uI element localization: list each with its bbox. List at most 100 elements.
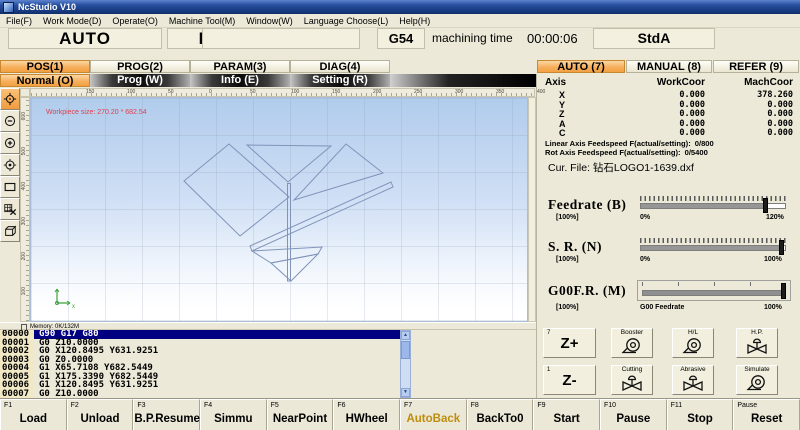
io-button-label: Simulate [737,366,777,374]
tab-normal[interactable]: Normal (O) [0,74,90,87]
fkey-pause[interactable]: F10Pause [600,399,667,430]
g00-feedrate-slider[interactable] [637,280,791,301]
fkey-label: Start [534,413,599,425]
scroll-up-icon[interactable]: ▲ [401,331,410,340]
io-button-label: H/L [673,329,713,337]
feedrate-label: Feedrate (B) [548,197,626,213]
menu-item[interactable]: Window(W) [246,16,293,26]
spindle-rate-track[interactable] [640,245,786,251]
menu-item[interactable]: Operate(O) [112,16,158,26]
fkey-stop[interactable]: F11Stop [667,399,734,430]
fkey-backto0[interactable]: F8BackTo0 [467,399,534,430]
rot-feedspeed-value: 0/5400 [685,148,708,157]
g00-feedrate-track[interactable] [642,290,786,296]
io-button-hl[interactable]: H/L [672,328,714,358]
fkey-label: Unload [68,413,133,425]
pump-icon [737,374,777,392]
zoom-in-button[interactable] [0,132,20,154]
menu-item[interactable]: Work Mode(D) [43,16,101,26]
gcode-scrollbar[interactable]: ▲ ▼ [400,330,411,398]
g00-feedrate-min: G00 Feedrate [640,304,684,311]
tab-refer[interactable]: REFER (9) [713,60,799,73]
machining-time-label: machining time [432,31,513,45]
io-button-simulate[interactable]: Simulate [736,365,778,395]
center-view-button[interactable] [0,154,20,176]
fit-view-button[interactable] [0,176,20,198]
fkey-bpresume[interactable]: F3B.P.Resume [133,399,200,430]
axis-workcoor-value: 0.000 [595,129,705,139]
menu-item[interactable]: File(F) [6,16,32,26]
canvas-scrollbar[interactable] [528,97,536,322]
fkey-label: B.P.Resume [134,413,199,425]
fkey-simmu[interactable]: F4Simmu [200,399,267,430]
gcode-line[interactable]: 00007G0 Z10.0000 [0,390,400,399]
fkey-start[interactable]: F9Start [533,399,600,430]
feedrate-track[interactable] [640,203,786,209]
feedrate-handle[interactable] [763,198,768,213]
scroll-thumb[interactable] [401,341,410,359]
feedrate-slider[interactable] [640,196,786,209]
fkey-load[interactable]: F1Load [0,399,67,430]
scroll-down-icon[interactable]: ▼ [401,388,410,397]
io-button-abrasive[interactable]: Abrasive [672,365,714,395]
spindle-rate-slider[interactable] [640,238,786,251]
tab-info[interactable]: Info (E) [190,74,290,87]
menu-item[interactable]: Language Choose(L) [304,16,389,26]
zoom-out-button[interactable] [0,110,20,132]
tab-setting[interactable]: Setting (R) [290,74,390,87]
crosshair-icon [3,92,17,106]
rectangle-icon [3,180,17,194]
gcode-list[interactable]: 00000G90 G17 G8000001G0 Z10.000000002G0 … [0,330,400,398]
title-bar: NcStudio V10 [0,0,800,14]
toolpath-canvas[interactable]: Workpiece size: 270.20 * 682.54 x [30,97,528,322]
fkey-unload[interactable]: F2 Unload [67,399,134,430]
canvas-toolbar [0,88,20,242]
axis-row-a: A0.0000.000 [545,120,793,130]
fkey-label: Reset [734,413,799,425]
pump-icon [612,337,652,355]
axis-name: A [545,120,595,130]
ruler-corner [20,88,30,97]
machcoor-col-header: MachCoor [705,77,793,88]
fkey-label: BackTo0 [468,413,533,425]
tab-prog-w[interactable]: Prog (W) [90,74,190,87]
io-button-label: Cutting [612,366,652,374]
tab-diag[interactable]: DIAG(4) [290,60,390,73]
tab-pos[interactable]: POS(1) [0,60,90,73]
tab-param[interactable]: PARAM(3) [190,60,290,73]
ruler-tick-label: 50 [168,89,174,95]
ruler-tick-label: 400 [21,182,27,190]
memory-bar: Memory: 0K/132M [0,322,536,330]
z-minus-button[interactable]: 1 Z- [543,365,596,395]
valve-icon [673,374,713,392]
spindle-rate-max: 100% [764,256,782,263]
fkey-reset[interactable]: PauseReset [733,399,800,430]
center-target-icon [3,158,17,172]
view-3d-button[interactable] [0,220,20,242]
tab-manual[interactable]: MANUAL (8) [626,60,712,73]
menu-item[interactable]: Help(H) [399,16,430,26]
tab-auto[interactable]: AUTO (7) [537,60,625,73]
spindle-rate-handle[interactable] [779,240,784,255]
z-plus-hotkey: 7 [547,330,550,336]
fkey-hotkey: F2 [71,402,79,409]
ruler-tick-label: 100 [291,89,299,95]
clear-trace-button[interactable] [0,198,20,220]
valve-icon [737,337,777,355]
menu-bar: File(F) Work Mode(D) Operate(O) Machine Too… [0,14,800,28]
menu-item[interactable]: Machine Tool(M) [169,16,235,26]
workcoor-col-header: WorkCoor [595,77,705,88]
z-plus-button[interactable]: 7 Z+ [543,328,596,358]
io-button-hp[interactable]: H.P. [736,328,778,358]
spindle-rate-current: [100%] [556,256,579,263]
fkey-hwheel[interactable]: F6HWheel [333,399,400,430]
tab-prog[interactable]: PROG(2) [90,60,190,73]
g00-feedrate-handle[interactable] [781,283,786,299]
io-button-cutting[interactable]: Cutting [611,365,653,395]
locate-tool-button[interactable] [0,88,20,110]
fkey-nearpoint[interactable]: F5NearPoint [267,399,334,430]
fkey-autoback[interactable]: F7AutoBack [400,399,467,430]
axis-row-c: C0.0000.000 [545,129,793,139]
io-button-booster[interactable]: Booster [611,328,653,358]
fkey-label: HWheel [334,413,399,425]
